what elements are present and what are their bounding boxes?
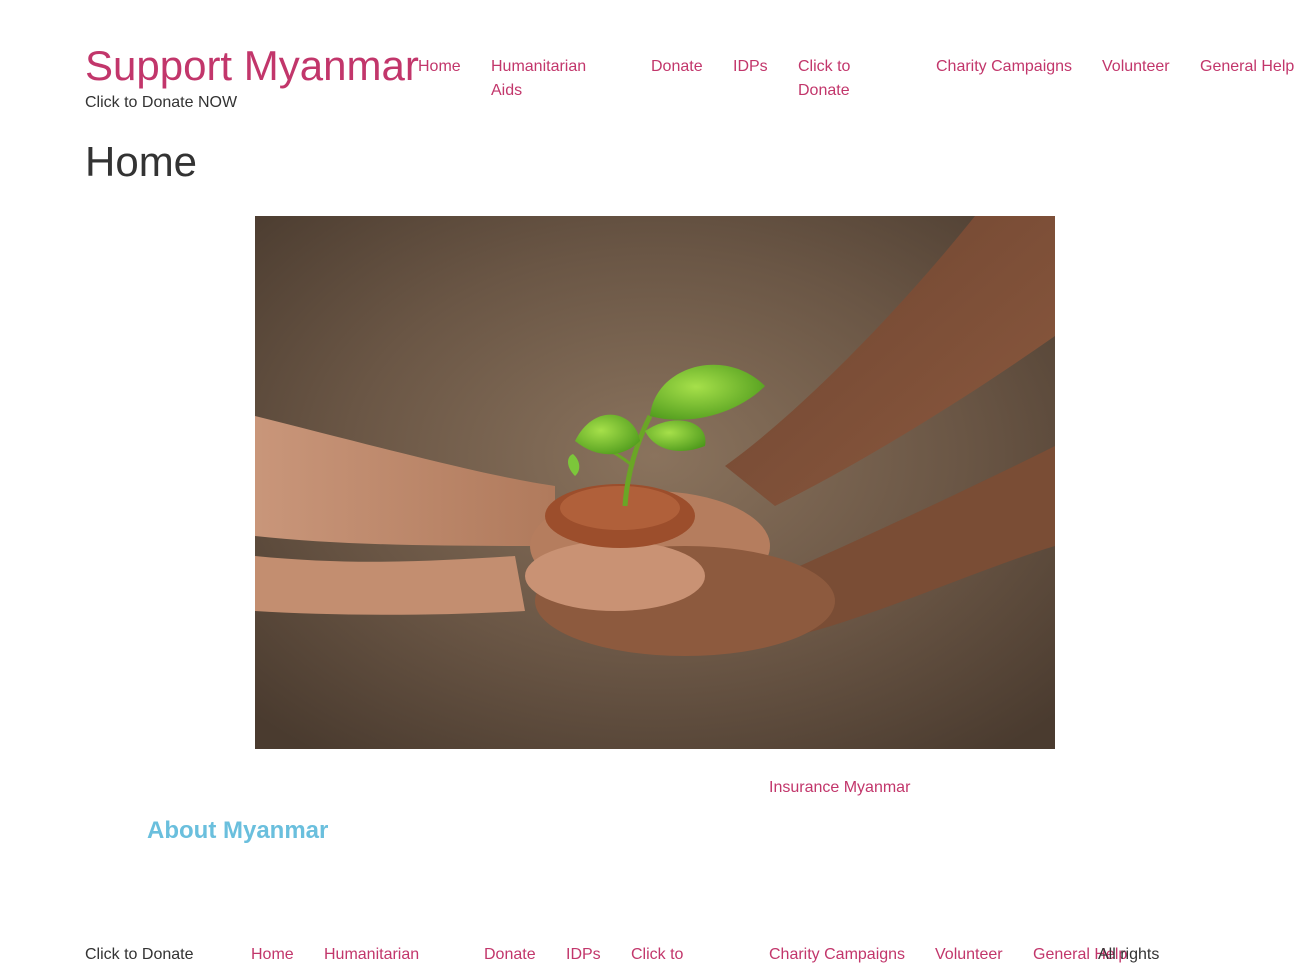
nav-item-label: Donate [798, 82, 850, 99]
footer-nav-home[interactable]: Home [251, 944, 294, 966]
nav-item-donate[interactable]: Donate [651, 55, 703, 79]
nav-item-volunteer[interactable]: Volunteer [1102, 55, 1170, 79]
hero-image [255, 216, 1055, 749]
site-title[interactable]: Support Myanmar [85, 38, 419, 94]
nav-item-label: Click to [798, 58, 851, 75]
footer-nav-charity-campaigns[interactable]: Charity Campaigns [769, 944, 905, 966]
nav-item-label: Aids [491, 82, 523, 99]
nav-item-general-help[interactable]: General Help [1200, 55, 1294, 79]
insurance-myanmar-link[interactable]: Insurance Myanmar [769, 777, 910, 799]
hands-seedling-illustration [255, 216, 1055, 749]
footer-nav-volunteer[interactable]: Volunteer [935, 944, 1003, 966]
footer-nav-donate[interactable]: Donate [484, 944, 536, 966]
nav-item-idps[interactable]: IDPs [733, 55, 768, 79]
nav-item-home[interactable]: Home [418, 55, 461, 79]
nav-item-label: Humanitarian [491, 58, 587, 75]
site-tagline: Click to Donate NOW [85, 94, 238, 111]
page-title: Home [85, 138, 198, 185]
nav-item-charity-campaigns[interactable]: Charity Campaigns [936, 55, 1072, 79]
footer-donate-text: Click to Donate [85, 946, 194, 963]
nav-item-click-to-donate[interactable]: Click to Donate [798, 55, 850, 103]
footer-nav-click-to-donate[interactable]: Click to [631, 944, 683, 966]
footer-rights-text: All rights [1098, 946, 1160, 963]
footer-nav-humanitarian[interactable]: Humanitarian [324, 944, 419, 966]
about-myanmar-heading: About Myanmar [147, 817, 329, 844]
nav-item-humanitarian-aids[interactable]: Humanitarian Aids [491, 55, 586, 103]
footer-nav-idps[interactable]: IDPs [566, 944, 601, 966]
